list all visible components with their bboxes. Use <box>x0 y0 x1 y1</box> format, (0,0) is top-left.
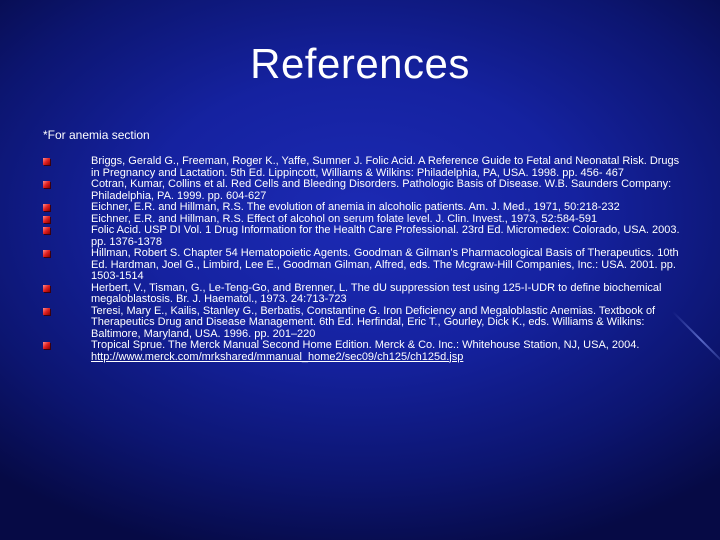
reference-item: Briggs, Gerald G., Freeman, Roger K., Ya… <box>43 155 683 179</box>
bullet-icon <box>43 158 50 165</box>
slide-title: References <box>250 40 470 87</box>
bullet-icon <box>43 181 50 188</box>
reference-item: Folic Acid. USP DI Vol. 1 Drug Informati… <box>43 224 683 248</box>
reference-list: Briggs, Gerald G., Freeman, Roger K., Ya… <box>43 155 683 363</box>
reference-text: Herbert, V., Tisman, G., Le-Teng-Go, and… <box>91 281 662 305</box>
bullet-icon <box>43 284 50 292</box>
reference-text: Tropical Sprue. The Merck Manual Second … <box>91 339 640 351</box>
reference-item: Cotran, Kumar, Collins et al. Red Cells … <box>43 178 683 202</box>
reference-text: Teresi, Mary E., Kailis, Stanley G., Ber… <box>91 304 656 340</box>
bullet-icon <box>43 250 50 257</box>
reference-item: Hillman, Robert S. Chapter 54 Hematopoie… <box>43 247 683 283</box>
reference-text: Hillman, Robert S. Chapter 54 Hematopoie… <box>91 247 679 282</box>
bullet-icon <box>43 342 50 349</box>
bullet-icon <box>43 307 50 315</box>
reference-text: Cotran, Kumar, Collins et al. Red Cells … <box>91 178 672 202</box>
merck-manual-link[interactable]: http://www.merck.com/mrkshared/mmanual_h… <box>91 351 463 363</box>
reference-item: Teresi, Mary E., Kailis, Stanley G., Ber… <box>43 304 683 341</box>
bullet-icon <box>43 227 50 234</box>
reference-text: Briggs, Gerald G., Freeman, Roger K., Ya… <box>91 155 680 179</box>
reference-item: Tropical Sprue. The Merck Manual Second … <box>43 339 683 363</box>
reference-text: Eichner, E.R. and Hillman, R.S. The evol… <box>91 201 620 213</box>
bullet-icon <box>43 215 50 223</box>
reference-text: Eichner, E.R. and Hillman, R.S. Effect o… <box>91 212 598 225</box>
reference-item: Herbert, V., Tisman, G., Le-Teng-Go, and… <box>43 281 683 306</box>
section-note: *For anemia section <box>43 128 150 142</box>
bullet-icon <box>43 204 50 211</box>
reference-text: Folic Acid. USP DI Vol. 1 Drug Informati… <box>91 224 680 248</box>
